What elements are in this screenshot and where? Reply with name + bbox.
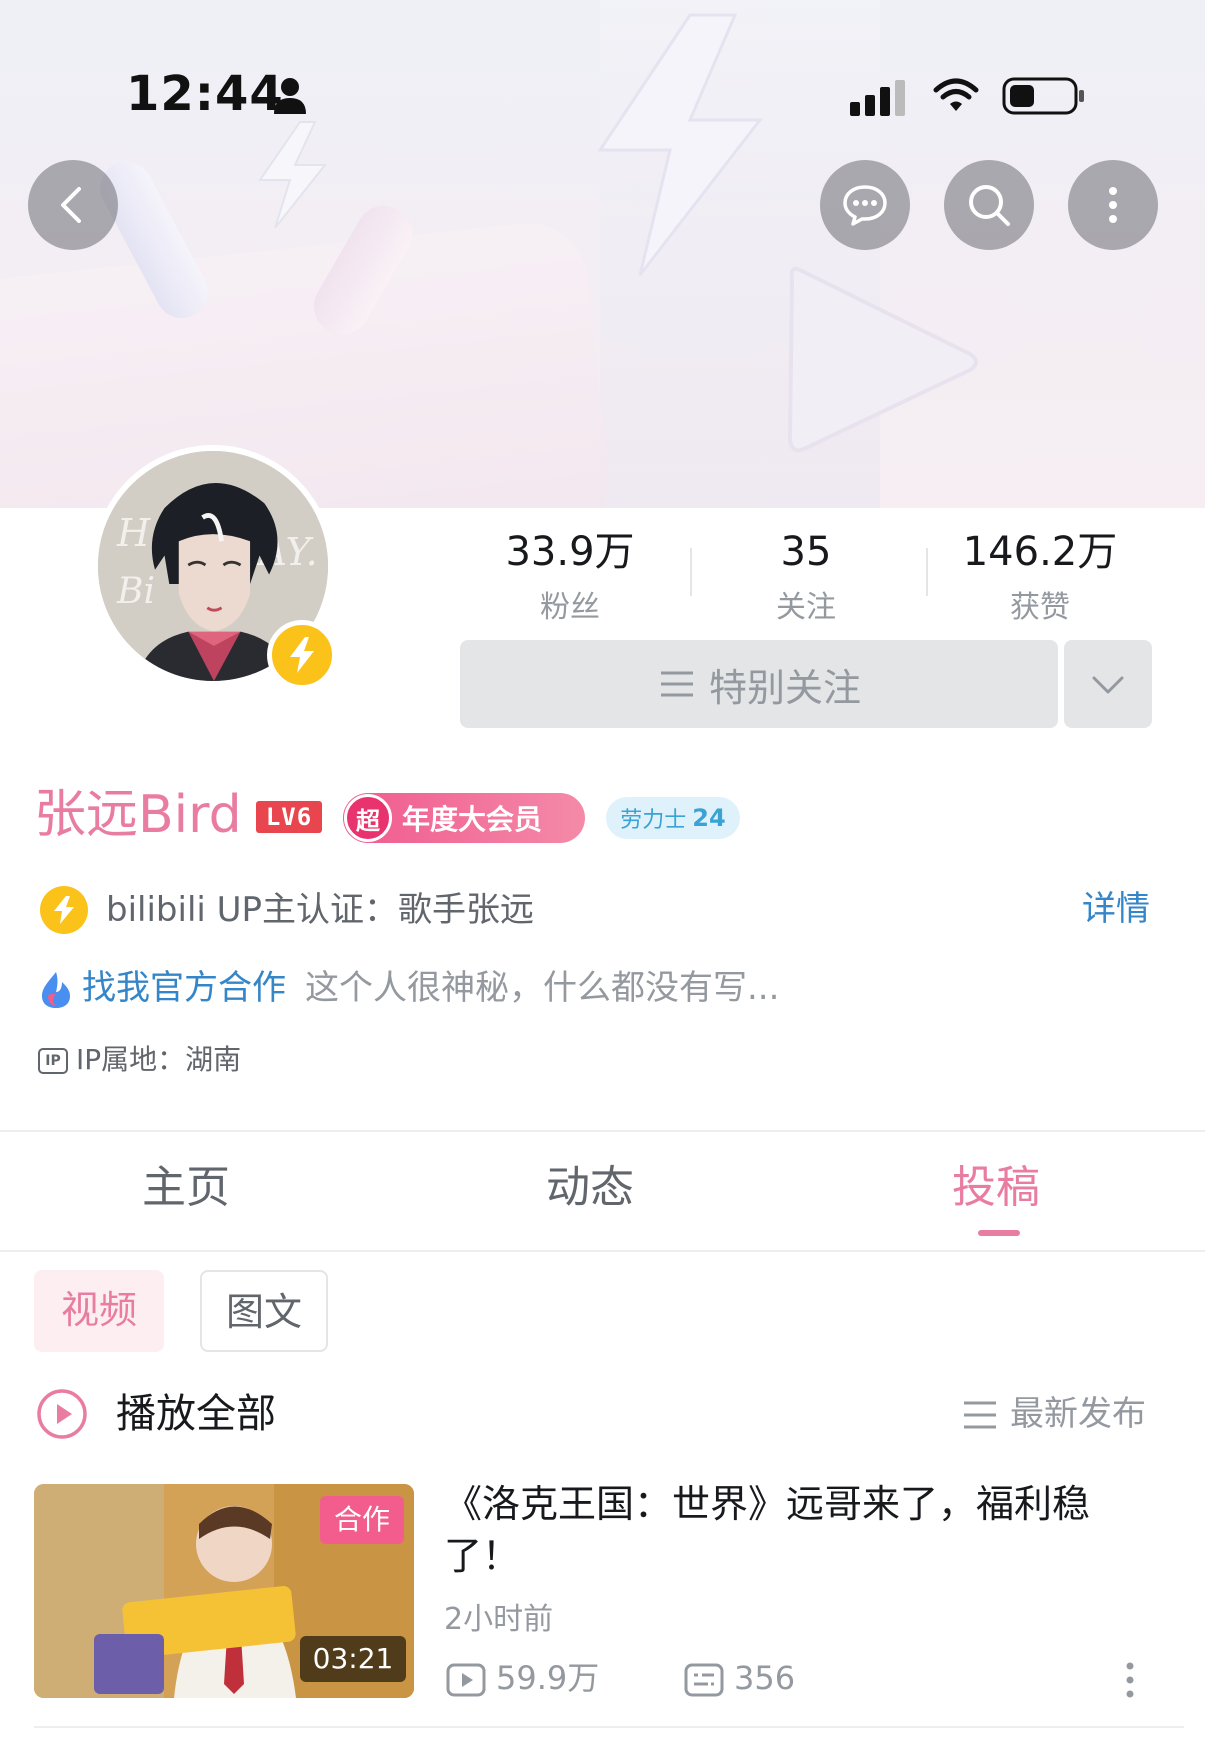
search-button[interactable] [944, 160, 1034, 250]
following-count: 35 [780, 529, 832, 575]
sort-lines-icon [964, 1401, 996, 1429]
cellular-signal-icon [850, 80, 905, 116]
cooperation-flame-icon [42, 972, 70, 1008]
active-tab-indicator [978, 1230, 1020, 1236]
divider [0, 1250, 1205, 1252]
chevron-down-icon [1092, 676, 1124, 694]
wifi-icon [933, 78, 979, 111]
special-follow-label: 特别关注 [708, 665, 861, 710]
banner-bolt-shape [258, 121, 328, 229]
fans-label: 粉丝 [540, 590, 600, 625]
play-count-icon [446, 1663, 486, 1697]
banner-play-shape [787, 266, 978, 453]
likes-count: 146.2万 [962, 529, 1118, 575]
verified-lightning-icon [40, 886, 88, 934]
stat-fans[interactable]: 33.9万 粉丝 [470, 528, 670, 626]
level-badge: LV6 [256, 801, 322, 833]
menu-lines-icon [660, 671, 693, 697]
play-all-button[interactable]: 播放全部 [116, 1388, 276, 1440]
medal-level: 24 [692, 804, 726, 832]
video-play-count: 59.9万 [496, 1659, 600, 1697]
divider [0, 1130, 1205, 1132]
vip-badge[interactable]: 超 年度大会员 [343, 793, 585, 843]
video-time: 2小时前 [444, 1602, 554, 1637]
danmaku-count-icon [684, 1663, 724, 1697]
chat-bubble-icon [843, 185, 887, 226]
detail-link[interactable]: 详情 [1082, 887, 1150, 931]
divider [34, 1726, 1184, 1728]
fan-medal[interactable]: 劳力士 24 [606, 797, 740, 839]
special-follow-button[interactable]: 特别关注 [460, 640, 1058, 728]
tab-dynamic[interactable]: 动态 [546, 1160, 634, 1216]
stat-following[interactable]: 35 关注 [706, 528, 906, 626]
more-vertical-icon [1109, 187, 1117, 223]
video-title[interactable]: 《洛克王国：世界》远哥来了，福利稳了！ [444, 1478, 1164, 1582]
likes-label: 获赞 [1010, 590, 1070, 625]
svg-text:H: H [116, 511, 151, 555]
following-label: 关注 [776, 590, 836, 625]
chevron-left-icon [61, 187, 81, 223]
banner-shape [0, 217, 615, 508]
video-danmaku-count: 356 [734, 1659, 796, 1697]
stat-divider [926, 548, 928, 596]
tab-home[interactable]: 主页 [142, 1160, 230, 1216]
vip-short-label: 超 [344, 794, 392, 842]
sort-button[interactable]: 最新发布 [1010, 1392, 1146, 1436]
video-duration: 03:21 [300, 1636, 406, 1682]
fans-count: 33.9万 [505, 529, 635, 575]
search-icon [969, 185, 1010, 226]
play-circle-icon[interactable] [36, 1388, 88, 1440]
banner-bolt-shape [597, 13, 764, 276]
cooperation-badge: 合作 [320, 1496, 404, 1544]
more-options-button[interactable] [1068, 160, 1158, 250]
bio-text: 这个人很神秘，什么都没有写... [305, 968, 780, 1008]
svg-text:Bi: Bi [116, 569, 155, 612]
person-icon [274, 78, 306, 114]
message-button[interactable] [820, 160, 910, 250]
stat-divider [690, 548, 692, 596]
battery-icon [1002, 77, 1084, 115]
ip-location: IP属地：湖南 [76, 1043, 242, 1076]
ip-icon: IP [38, 1048, 68, 1074]
verified-badge-icon [267, 620, 337, 690]
back-button[interactable] [28, 160, 118, 250]
more-vertical-icon[interactable] [1120, 1660, 1140, 1700]
filter-video[interactable]: 视频 [34, 1270, 164, 1352]
official-cooperation-link[interactable]: 找我官方合作 [82, 966, 286, 1010]
follow-dropdown-button[interactable] [1064, 640, 1152, 728]
status-time: 12:44 [126, 66, 284, 122]
verification-text: bilibili UP主认证：歌手张远 [106, 890, 535, 930]
filter-article[interactable]: 图文 [200, 1270, 328, 1352]
tab-posts[interactable]: 投稿 [952, 1160, 1040, 1216]
stat-likes[interactable]: 146.2万 获赞 [940, 528, 1140, 626]
vip-label: 年度大会员 [402, 803, 543, 836]
medal-name: 劳力士 [620, 808, 687, 833]
user-name: 张远Bird [34, 785, 242, 845]
